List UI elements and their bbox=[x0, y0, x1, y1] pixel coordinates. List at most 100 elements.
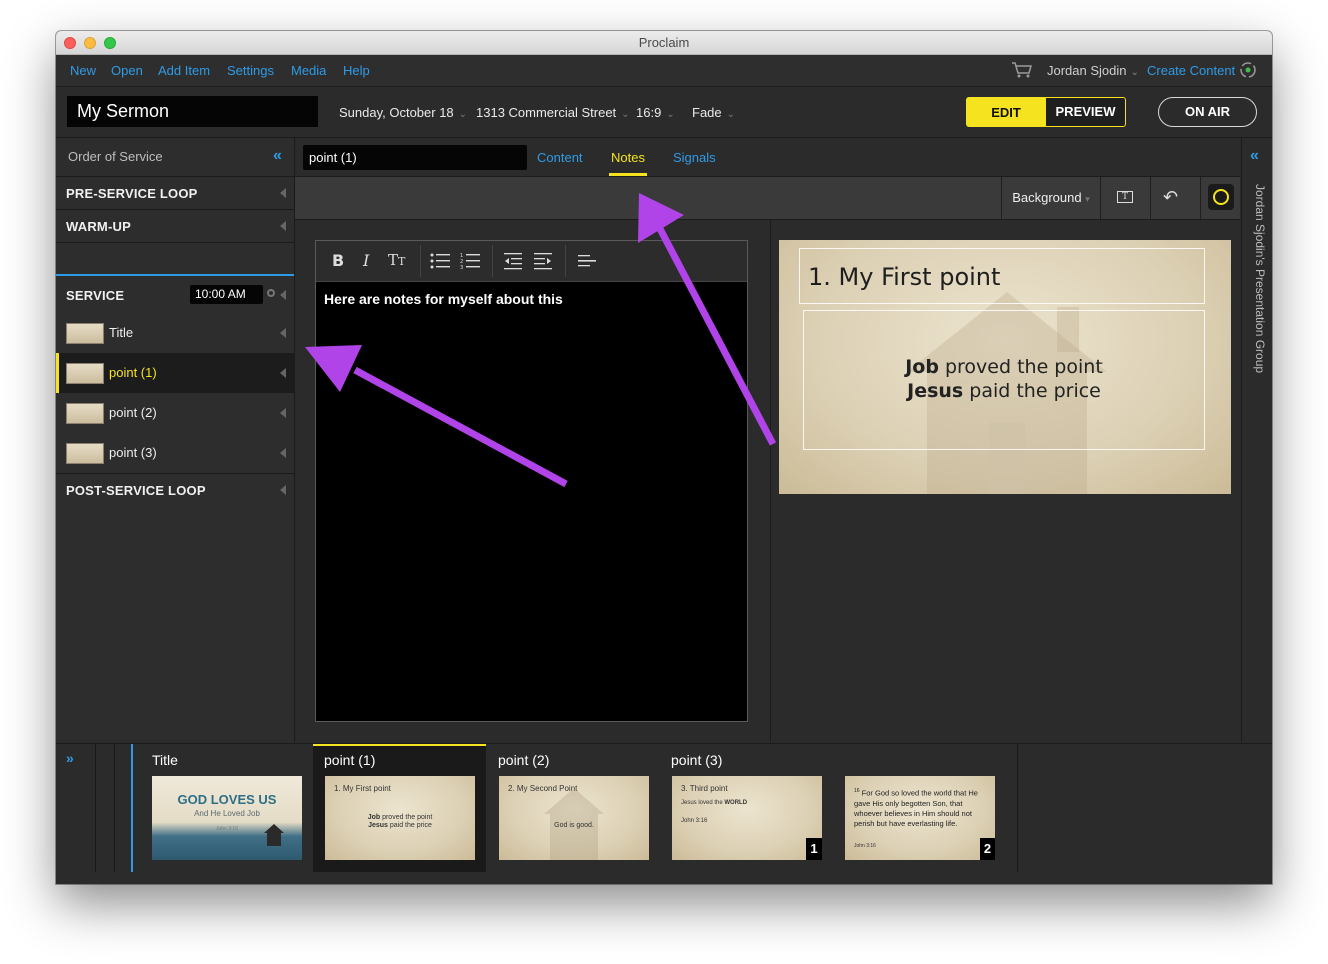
create-content-link[interactable]: Create Content bbox=[1147, 63, 1235, 78]
thumb-line-1: Job proved the point bbox=[367, 814, 433, 821]
item-label: point (1) bbox=[109, 365, 157, 380]
thumb-reference: John 3:16 bbox=[854, 843, 876, 849]
bulleted-list-icon[interactable] bbox=[430, 252, 450, 270]
strip-group-point-3[interactable]: point (3) 3. Third point Jesus loved the… bbox=[660, 744, 995, 872]
slide-body-box[interactable]: Job proved the point Jesus paid the pric… bbox=[803, 310, 1205, 450]
date-value: Sunday, October 18 bbox=[339, 105, 454, 120]
strip-group-point-1[interactable]: point (1) 1. My First point Job proved t… bbox=[313, 744, 486, 872]
slide-number-badge: 2 bbox=[980, 838, 995, 860]
strip-group-point-2[interactable]: point (2) 2. My Second Point God is good… bbox=[487, 744, 660, 872]
chevron-down-icon: ⌄ bbox=[726, 109, 736, 120]
thumb-body: Jesus loved the WORLD bbox=[681, 800, 748, 806]
user-menu[interactable]: Jordan Sjodin ⌄ bbox=[1047, 63, 1139, 78]
bold-icon[interactable]: B bbox=[332, 251, 344, 270]
thumb-subtitle-text: And He Loved Job bbox=[194, 809, 260, 818]
on-air-button[interactable]: ON AIR bbox=[1158, 97, 1257, 127]
section-pre-service-loop[interactable]: PRE-SERVICE LOOP bbox=[56, 177, 294, 210]
section-label: SERVICE bbox=[66, 288, 125, 303]
background-button[interactable]: Background ▾ bbox=[1001, 177, 1101, 219]
indent-icon[interactable] bbox=[534, 252, 552, 270]
menu-media[interactable]: Media bbox=[291, 63, 326, 78]
menu-help[interactable]: Help bbox=[343, 63, 370, 78]
drop-indicator bbox=[56, 274, 294, 276]
group-label: point (3) bbox=[671, 752, 723, 768]
speaker-icon[interactable] bbox=[280, 328, 286, 338]
slide-title-box[interactable]: 1. My First point bbox=[799, 248, 1205, 304]
presentation-title-field[interactable]: My Sermon bbox=[67, 96, 318, 127]
add-text-box-button[interactable]: T bbox=[1101, 177, 1151, 219]
section-warm-up[interactable]: WARM-UP bbox=[56, 210, 294, 243]
clock-icon[interactable] bbox=[267, 289, 275, 297]
menu-new[interactable]: New bbox=[70, 63, 96, 78]
service-time-field[interactable]: 10:00 AM bbox=[190, 285, 263, 304]
section-post-service-loop[interactable]: POST-SERVICE LOOP bbox=[56, 473, 294, 506]
insertion-indicator bbox=[131, 744, 133, 872]
chevron-down-icon: ⌄ bbox=[1130, 67, 1139, 78]
notes-text[interactable]: Here are notes for myself about this bbox=[324, 291, 563, 307]
section-label: POST-SERVICE LOOP bbox=[66, 483, 206, 498]
slide-thumbnail[interactable]: GOD LOVES US And He Loved Job John 3:16 bbox=[152, 776, 302, 860]
transition-selector[interactable]: Fade ⌄ bbox=[692, 105, 735, 120]
aspect-ratio-selector[interactable]: 16:9 ⌄ bbox=[636, 105, 675, 120]
text-size-icon[interactable]: TT bbox=[388, 251, 405, 269]
speaker-icon[interactable] bbox=[280, 188, 286, 198]
tab-signals[interactable]: Signals bbox=[673, 150, 716, 165]
slide-toolbar: Background ▾ T ↶ bbox=[295, 177, 1240, 220]
group-label: point (2) bbox=[498, 752, 550, 768]
undo-button[interactable]: ↶ bbox=[1151, 177, 1201, 219]
menu-settings[interactable]: Settings bbox=[227, 63, 274, 78]
undo-icon: ↶ bbox=[1163, 187, 1179, 207]
sync-status-icon[interactable] bbox=[1239, 61, 1257, 79]
sync-preview-button[interactable] bbox=[1201, 177, 1240, 219]
slide-thumbnail[interactable]: 3. Third point Jesus loved the WORLD Joh… bbox=[672, 776, 822, 860]
thumb-line-2: Jesus paid the price bbox=[368, 822, 432, 829]
speaker-icon[interactable] bbox=[280, 368, 286, 378]
slide-thumbnail[interactable]: 1. My First point Job proved the point J… bbox=[325, 776, 475, 860]
expand-left-icon[interactable]: « bbox=[1250, 147, 1259, 165]
menu-open[interactable]: Open bbox=[111, 63, 143, 78]
group-panel-label[interactable]: Jordan Sjodin's Presentation Group bbox=[1245, 184, 1269, 404]
thumb-reference: John 3:16 bbox=[681, 818, 708, 824]
slide-thumbnail[interactable]: 16 For God so loved the world that He ga… bbox=[845, 776, 995, 860]
service-item-point-2[interactable]: point (2) bbox=[56, 393, 294, 433]
slide-thumbnail[interactable]: 2. My Second Point God is good. bbox=[499, 776, 649, 860]
item-label: Title bbox=[109, 325, 134, 340]
service-item-title[interactable]: Title bbox=[56, 313, 294, 353]
section-service[interactable]: SERVICE 10:00 AM bbox=[56, 277, 294, 313]
collapse-left-icon[interactable]: « bbox=[273, 147, 282, 165]
speaker-icon[interactable] bbox=[280, 448, 286, 458]
item-thumbnail bbox=[66, 443, 104, 464]
chevron-down-icon: ⌄ bbox=[458, 109, 468, 120]
cart-icon[interactable] bbox=[1011, 61, 1033, 79]
item-tab-bar: point (1) Content Notes Signals bbox=[295, 138, 1240, 177]
tab-content[interactable]: Content bbox=[537, 150, 583, 165]
item-name-field[interactable]: point (1) bbox=[303, 145, 527, 170]
thumb-body: God is good. bbox=[554, 822, 594, 829]
speaker-icon[interactable] bbox=[280, 408, 286, 418]
horizontal-rule-icon[interactable] bbox=[578, 254, 596, 268]
date-selector[interactable]: Sunday, October 18 ⌄ bbox=[339, 105, 467, 120]
service-item-point-3[interactable]: point (3) bbox=[56, 433, 294, 473]
strip-divider bbox=[95, 744, 96, 872]
item-thumbnail bbox=[66, 363, 104, 384]
slide-preview[interactable]: 1. My First point Job proved the point J… bbox=[779, 240, 1231, 494]
tab-notes[interactable]: Notes bbox=[611, 150, 645, 165]
menu-add-item[interactable]: Add Item bbox=[158, 63, 210, 78]
preview-mode-button[interactable]: PREVIEW bbox=[1045, 97, 1126, 127]
expand-down-icon[interactable]: » bbox=[66, 750, 74, 766]
aspect-value: 16:9 bbox=[636, 105, 662, 120]
outdent-icon[interactable] bbox=[504, 252, 522, 270]
speaker-icon[interactable] bbox=[280, 221, 286, 231]
strip-group-title[interactable]: Title GOD LOVES US And He Loved Job John… bbox=[141, 744, 313, 872]
italic-icon[interactable]: I bbox=[363, 251, 369, 270]
speaker-icon[interactable] bbox=[280, 290, 286, 300]
strip-divider bbox=[1017, 744, 1018, 872]
numbered-list-icon[interactable]: 123 bbox=[460, 252, 480, 270]
location-selector[interactable]: 1313 Commercial Street ⌄ bbox=[476, 105, 630, 120]
slide-strip: » Title GOD LOVES US And He Loved Job Jo… bbox=[56, 743, 1272, 884]
thumb-title: 1. My First point bbox=[334, 784, 391, 793]
service-item-point-1[interactable]: point (1) bbox=[56, 353, 294, 393]
thumb-scripture-text: 16 For God so loved the world that He ga… bbox=[854, 788, 978, 828]
edit-mode-button[interactable]: EDIT bbox=[966, 97, 1046, 127]
speaker-icon[interactable] bbox=[280, 485, 286, 495]
